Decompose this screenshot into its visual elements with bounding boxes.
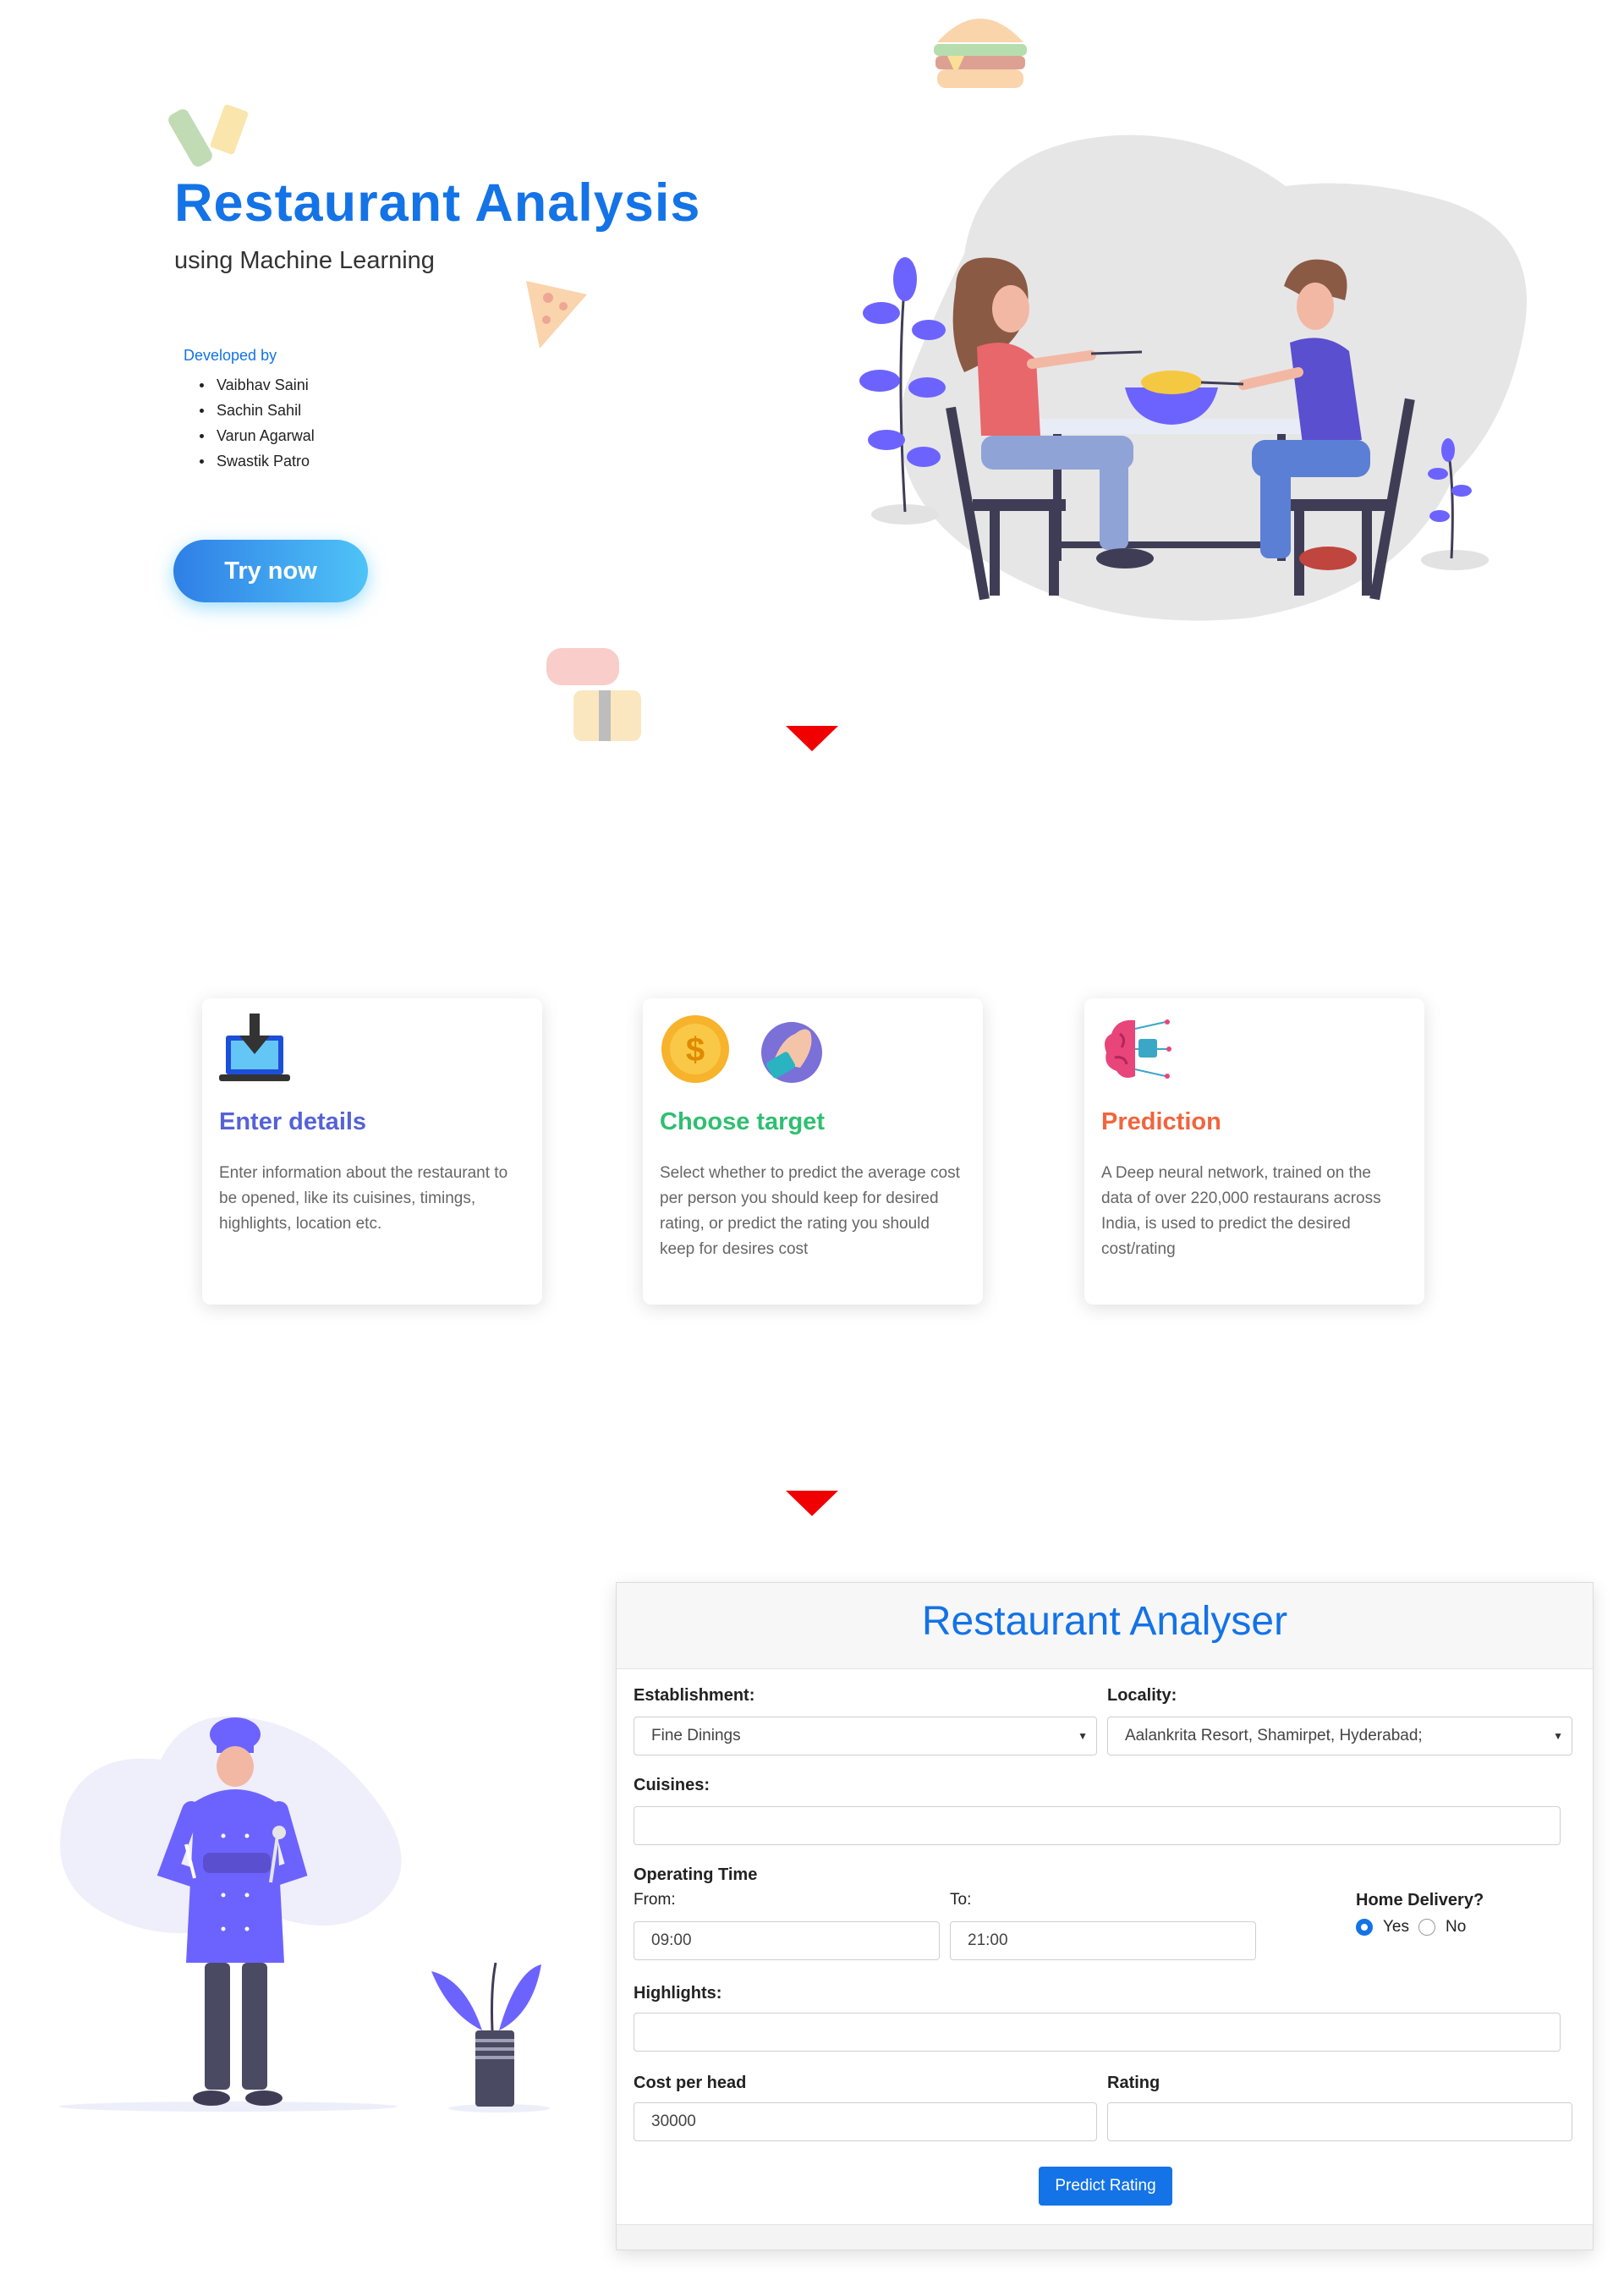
developed-by-label: Developed by: [184, 347, 277, 364]
dining-illustration: [859, 135, 1527, 621]
home-delivery-label: Home Delivery?: [1356, 1891, 1484, 1909]
hero-subtitle: using Machine Learning: [174, 247, 435, 274]
page: Restaurant Analysis using Machine Learni…: [0, 0, 1624, 2291]
from-time-input[interactable]: 09:00: [634, 1921, 940, 1960]
developer-list: Vaibhav Saini Sachin Sahil Varun Agarwal…: [200, 372, 315, 474]
pizza-icon: [526, 281, 587, 349]
try-now-button[interactable]: Try now: [173, 540, 368, 602]
cost-per-head-input[interactable]: 30000: [634, 2102, 1097, 2141]
cuisines-label: Cuisines:: [634, 1776, 710, 1794]
ai-brain-icon: [1105, 1019, 1171, 1079]
card-title: Prediction: [1101, 1108, 1221, 1135]
card-description: Select whether to predict the average co…: [660, 1164, 960, 1258]
predict-rating-button[interactable]: Predict Rating: [1039, 2167, 1172, 2206]
rating-input[interactable]: [1107, 2102, 1572, 2141]
developer-item: Swastik Patro: [200, 448, 315, 474]
drinks-icon: [168, 104, 249, 167]
dollar-coin-icon: $: [661, 1015, 729, 1083]
card-description: A Deep neural network, trained on the da…: [1101, 1164, 1381, 1258]
highlights-input[interactable]: [634, 2013, 1561, 2052]
form-title: Restaurant Analyser: [921, 1599, 1288, 1644]
radio-unchecked-icon: [1418, 1919, 1435, 1936]
scroll-down-arrow-icon[interactable]: [786, 1491, 838, 1516]
establishment-select[interactable]: Fine Dinings ▼: [634, 1717, 1097, 1755]
rating-label: Rating: [1107, 2074, 1160, 2092]
radio-checked-icon: [1356, 1919, 1373, 1936]
card-title: Choose target: [660, 1108, 825, 1135]
chevron-down-icon: ▼: [1553, 1730, 1563, 1742]
burger-icon: [934, 19, 1027, 88]
step-card-enter-details: Enter details Enter information about th…: [202, 998, 542, 1305]
laptop-download-icon: [219, 1014, 290, 1081]
hero-title: Restaurant Analysis: [174, 173, 701, 233]
radio-label: Yes: [1383, 1918, 1409, 1936]
chevron-down-icon: ▼: [1078, 1730, 1088, 1742]
thumbs-up-icon: [761, 1022, 822, 1083]
from-label: From:: [634, 1891, 676, 1909]
cost-per-head-label: Cost per head: [634, 2074, 747, 2092]
to-time-input[interactable]: 21:00: [950, 1921, 1256, 1960]
card-icons: [219, 1014, 290, 1085]
locality-value: Aalankrita Resort, Shamirpet, Hyderabad;: [1125, 1727, 1423, 1744]
cuisines-input[interactable]: [634, 1806, 1561, 1845]
to-label: To:: [950, 1891, 972, 1909]
chef-illustration: [59, 1716, 550, 2112]
card-description: Enter information about the restaurant t…: [219, 1164, 508, 1233]
home-delivery-yes-radio[interactable]: Yes: [1356, 1918, 1409, 1937]
establishment-value: Fine Dinings: [651, 1727, 741, 1744]
card-title: Enter details: [219, 1108, 367, 1135]
svg-text:$: $: [686, 1031, 705, 1069]
card-icons: $: [660, 1014, 827, 1085]
highlights-label: Highlights:: [634, 1984, 722, 2003]
establishment-label: Establishment:: [634, 1686, 755, 1705]
radio-label: No: [1446, 1918, 1467, 1936]
form-footer: [617, 2224, 1593, 2250]
locality-label: Locality:: [1107, 1686, 1177, 1705]
developer-item: Varun Agarwal: [200, 423, 315, 448]
developer-item: Vaibhav Saini: [200, 372, 315, 398]
operating-time-label: Operating Time: [634, 1865, 758, 1884]
locality-select[interactable]: Aalankrita Resort, Shamirpet, Hyderabad;…: [1107, 1717, 1572, 1755]
sushi-icon: [546, 648, 641, 741]
card-icons: [1101, 1014, 1172, 1085]
restaurant-analyser-form: Restaurant Analyser Establishment: Fine …: [616, 1582, 1594, 2250]
developer-item: Sachin Sahil: [200, 398, 315, 423]
scroll-down-arrow-icon[interactable]: [786, 726, 838, 751]
home-delivery-no-radio[interactable]: No: [1418, 1918, 1466, 1937]
step-card-choose-target: $ Choose target Select whether to predic…: [643, 998, 983, 1305]
step-card-prediction: Prediction A Deep neural network, traine…: [1084, 998, 1424, 1305]
form-header: Restaurant Analyser: [617, 1583, 1593, 1669]
